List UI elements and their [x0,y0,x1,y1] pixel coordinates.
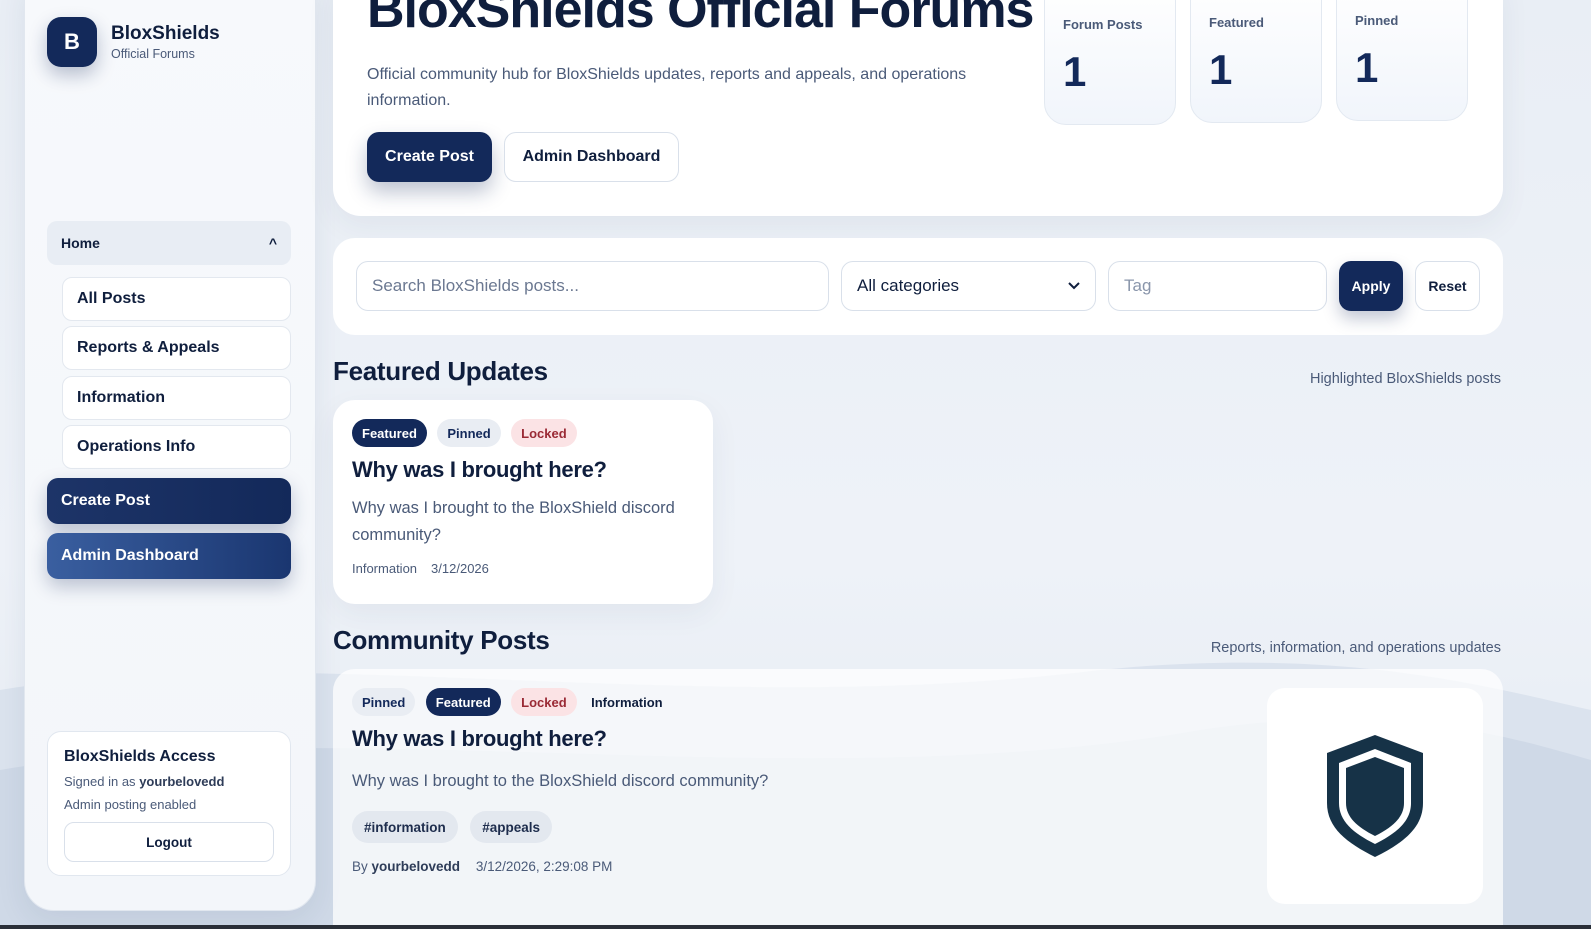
sidebar-item-home[interactable]: Home ^ [47,221,291,265]
stat-value: 1 [1063,48,1087,95]
create-post-button[interactable]: Create Post [367,132,492,182]
pinned-badge: Pinned [352,688,416,716]
page-title: BloxShields Official Forums [367,0,1034,39]
sidebar-item-reports-appeals[interactable]: Reports & Appeals [62,326,291,370]
filter-bar: Search BloxShields posts... All categori… [333,238,1503,335]
stat-forum-posts: Forum Posts 1 [1044,0,1176,125]
post-category: Information [591,694,663,710]
pinned-badge: Pinned [437,419,501,447]
sidebar-item-information[interactable]: Information [62,376,291,420]
username: yourbelovedd [139,774,225,789]
community-section-subtitle: Reports, information, and operations upd… [1210,640,1501,656]
post-excerpt: Why was I brought to the BloxShield disc… [352,499,675,544]
brand-name: BloxShields [111,23,220,44]
featured-section-subtitle: Highlighted BloxShields posts [1309,371,1501,387]
chevron-up-icon: ^ [268,235,277,251]
stat-value: 1 [1209,46,1233,93]
sidebar-admin-dashboard-button[interactable]: Admin Dashboard [47,533,291,579]
sidebar-item-label: All Posts [77,290,146,307]
sidebar-item-operations-info[interactable]: Operations Info [62,425,291,469]
brand-logo: B [47,17,97,67]
featured-section-title: Featured Updates [333,356,548,386]
tag-chip[interactable]: #appeals [470,811,553,843]
admin-status: Admin posting enabled [64,797,197,812]
page-description: Official community hub for BloxShields u… [367,66,967,109]
sidebar-item-label: Operations Info [77,438,196,455]
shield-icon [1327,735,1423,857]
post-thumbnail [1267,688,1483,904]
hero-panel: BloxShields Official Forums Official com… [333,0,1503,216]
sidebar: B BloxShields Official Forums Home ^ All… [24,0,316,911]
apply-button[interactable]: Apply [1339,261,1403,311]
sidebar-item-label: Reports & Appeals [77,339,220,356]
stat-label: Pinned [1355,13,1399,28]
community-post-card[interactable]: Pinned Featured Locked Information Why w… [333,669,1503,929]
post-author: yourbelovedd [371,859,461,874]
access-title: BloxShields Access [64,748,216,765]
sidebar-item-label: Information [77,389,165,406]
access-panel: BloxShields Access Signed in as yourbelo… [47,731,291,876]
brand[interactable]: B BloxShields Official Forums [47,17,220,67]
category-selected-value: All categories [857,276,960,295]
post-timestamp: 3/12/2026, 2:29:08 PM [475,859,613,874]
sidebar-item-all-posts[interactable]: All Posts [62,277,291,321]
admin-dashboard-button[interactable]: Admin Dashboard [504,132,679,182]
signed-in-status: Signed in as yourbelovedd [64,774,225,789]
community-section-title: Community Posts [333,625,550,655]
locked-badge: Locked [511,419,577,447]
reset-button[interactable]: Reset [1415,261,1480,311]
brand-subtitle: Official Forums [111,47,195,61]
featured-badge: Featured [425,688,501,716]
button-label: Create Post [61,492,150,509]
stat-pinned: Pinned 1 [1336,0,1468,121]
logout-button[interactable]: Logout [64,822,274,862]
locked-badge: Locked [511,688,577,716]
search-input[interactable]: Search BloxShields posts... [356,261,829,311]
badge-row: Featured Pinned Locked [352,419,694,447]
post-category: Information [352,561,418,576]
sidebar-create-post-button[interactable]: Create Post [47,478,291,524]
tag-input[interactable]: Tag [1108,261,1327,311]
stat-label: Featured [1209,15,1264,30]
button-label: Admin Dashboard [61,547,199,564]
category-select[interactable]: All categories [841,261,1096,311]
featured-badge: Featured [352,419,427,447]
stat-featured: Featured 1 [1190,0,1322,123]
window-bottom-edge [0,925,1591,929]
stat-label: Forum Posts [1063,17,1143,32]
sidebar-item-label: Home [61,235,100,251]
featured-post-card[interactable]: Featured Pinned Locked Why was I brought… [333,400,713,604]
post-meta: Information 3/12/2026 [352,561,694,576]
post-title: Why was I brought here? [352,457,607,482]
chevron-down-icon [1068,282,1080,290]
post-date: 3/12/2026 [431,561,489,576]
stat-value: 1 [1355,44,1379,91]
tag-chip[interactable]: #information [352,811,458,843]
